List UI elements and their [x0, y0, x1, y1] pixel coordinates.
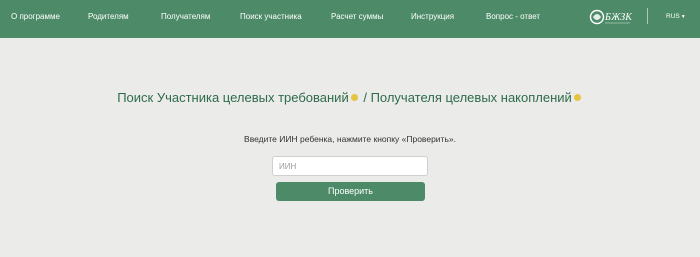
nav-item-recipients[interactable]: Получателям [161, 12, 210, 22]
svg-text:БЖЗК: БЖЗК [604, 12, 632, 23]
chevron-down-icon: ▼ [680, 14, 686, 20]
nav-item-amount-calculation[interactable]: Расчет суммы [331, 12, 383, 22]
language-selector[interactable]: RUS▼ [666, 12, 686, 22]
top-navigation-bar: О программе Родителям Получателям Поиск … [0, 0, 700, 38]
nav-item-instruction[interactable]: Инструкция [411, 12, 454, 22]
info-dot-icon[interactable] [350, 94, 358, 102]
iin-input[interactable] [272, 156, 428, 176]
nav-divider [647, 8, 648, 24]
title-separator: / [359, 90, 371, 105]
bzhzk-logo[interactable]: БЖЗК [588, 6, 632, 28]
nav-item-faq[interactable]: Вопрос - ответ [486, 12, 540, 22]
nav-item-parents[interactable]: Родителям [88, 12, 129, 22]
language-label: RUS [666, 13, 680, 20]
page-title: Поиск Участника целевых требований / Пол… [0, 90, 700, 106]
info-dot-icon[interactable] [573, 94, 581, 102]
title-participant-requirements: Поиск Участника целевых требований [117, 90, 349, 105]
instruction-text: Введите ИИН ребенка, нажмите кнопку «Про… [244, 134, 456, 144]
nav-item-participant-search[interactable]: Поиск участника [240, 12, 302, 22]
title-recipient-savings: Получателя целевых накоплений [370, 90, 572, 105]
check-button[interactable]: Проверить [276, 182, 425, 201]
nav-item-about-program[interactable]: О программе [11, 12, 60, 22]
